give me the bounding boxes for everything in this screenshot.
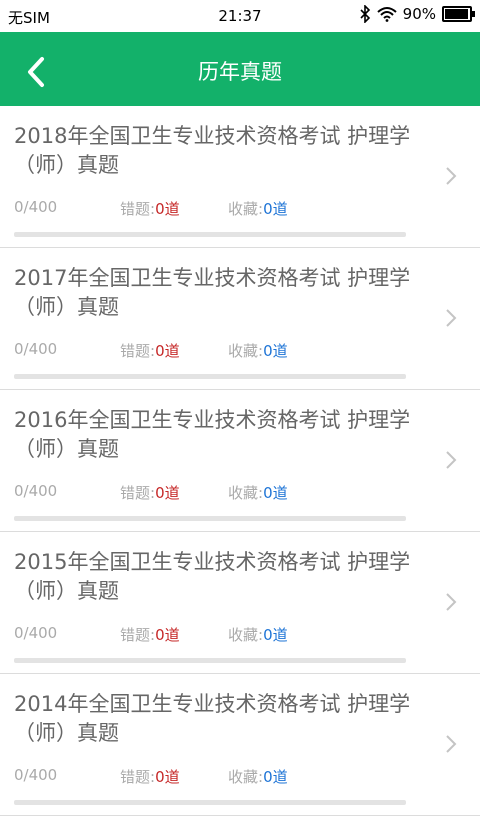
chevron-right-icon (446, 735, 457, 753)
favorite-label: 收藏: (228, 768, 264, 786)
favorite-label: 收藏: (228, 342, 264, 360)
wrong-label: 错题: (120, 342, 156, 360)
wrong-label: 错题: (120, 626, 156, 644)
wifi-icon (376, 7, 397, 22)
list-item[interactable]: 2016年全国卫生专业技术资格考试 护理学（师）真题 0/400 错题:0道 收… (0, 390, 480, 532)
item-title: 2015年全国卫生专业技术资格考试 护理学（师）真题 (14, 550, 411, 603)
item-meta: 0/400 错题:0道 收藏:0道 (14, 482, 288, 503)
progress-bar (14, 374, 406, 379)
favorite-count: 收藏:0道 (228, 340, 288, 361)
favorite-value: 0道 (263, 484, 288, 502)
item-title: 2016年全国卫生专业技术资格考试 护理学（师）真题 (14, 408, 411, 461)
list-item[interactable]: 2017年全国卫生专业技术资格考试 护理学（师）真题 0/400 错题:0道 收… (0, 248, 480, 390)
progress-count: 0/400 (14, 340, 58, 358)
bluetooth-icon (360, 5, 370, 23)
wrong-count: 错题:0道 (120, 340, 228, 361)
favorite-value: 0道 (263, 768, 288, 786)
list-item[interactable]: 2014年全国卫生专业技术资格考试 护理学（师）真题 0/400 错题:0道 收… (0, 674, 480, 816)
wrong-value: 0道 (155, 768, 180, 786)
wrong-label: 错题: (120, 484, 156, 502)
status-bar: 无SIM 21:37 90% (0, 0, 480, 32)
wrong-value: 0道 (155, 200, 180, 218)
wrong-count: 错题:0道 (120, 624, 228, 645)
wrong-value: 0道 (155, 342, 180, 360)
item-meta: 0/400 错题:0道 收藏:0道 (14, 624, 288, 645)
favorite-count: 收藏:0道 (228, 198, 288, 219)
progress-bar (14, 800, 406, 805)
list-item[interactable]: 2018年全国卫生专业技术资格考试 护理学（师）真题 0/400 错题:0道 收… (0, 106, 480, 248)
exam-list: 2018年全国卫生专业技术资格考试 护理学（师）真题 0/400 错题:0道 收… (0, 106, 480, 816)
favorite-value: 0道 (263, 626, 288, 644)
item-title: 2014年全国卫生专业技术资格考试 护理学（师）真题 (14, 692, 411, 745)
chevron-right-icon (446, 451, 457, 469)
item-title: 2018年全国卫生专业技术资格考试 护理学（师）真题 (14, 124, 411, 177)
wrong-count: 错题:0道 (120, 482, 228, 503)
progress-count: 0/400 (14, 482, 58, 500)
favorite-label: 收藏: (228, 200, 264, 218)
battery-icon (442, 6, 475, 22)
wrong-value: 0道 (155, 484, 180, 502)
wrong-label: 错题: (120, 768, 156, 786)
app-header: 历年真题 (0, 32, 480, 106)
favorite-count: 收藏:0道 (228, 482, 288, 503)
item-meta: 0/400 错题:0道 收藏:0道 (14, 198, 288, 219)
favorite-count: 收藏:0道 (228, 624, 288, 645)
chevron-right-icon (446, 309, 457, 327)
wrong-count: 错题:0道 (120, 766, 228, 787)
favorite-value: 0道 (263, 342, 288, 360)
chevron-right-icon (446, 593, 457, 611)
chevron-right-icon (446, 167, 457, 185)
progress-count: 0/400 (14, 624, 58, 642)
wrong-label: 错题: (120, 200, 156, 218)
item-meta: 0/400 错题:0道 收藏:0道 (14, 766, 288, 787)
progress-bar (14, 658, 406, 663)
favorite-value: 0道 (263, 200, 288, 218)
progress-bar (14, 516, 406, 521)
wrong-count: 错题:0道 (120, 198, 228, 219)
page-title: 历年真题 (198, 60, 282, 84)
favorite-label: 收藏: (228, 484, 264, 502)
progress-count: 0/400 (14, 766, 58, 784)
item-meta: 0/400 错题:0道 收藏:0道 (14, 340, 288, 361)
battery-fill (445, 9, 469, 19)
item-title: 2017年全国卫生专业技术资格考试 护理学（师）真题 (14, 266, 411, 319)
favorite-count: 收藏:0道 (228, 766, 288, 787)
progress-count: 0/400 (14, 198, 58, 216)
list-item[interactable]: 2015年全国卫生专业技术资格考试 护理学（师）真题 0/400 错题:0道 收… (0, 532, 480, 674)
battery-percent: 90% (402, 5, 436, 23)
favorite-label: 收藏: (228, 626, 264, 644)
wrong-value: 0道 (155, 626, 180, 644)
status-icons: 90% (359, 5, 475, 23)
progress-bar (14, 232, 406, 237)
